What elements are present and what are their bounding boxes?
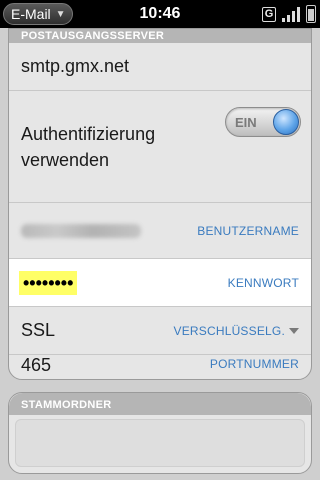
battery-icon [306, 5, 316, 23]
auth-toggle[interactable]: EIN [225, 107, 301, 137]
dropdown-arrow-icon[interactable] [289, 328, 299, 334]
password-label: KENNWORT [227, 275, 299, 290]
port-value: 465 [21, 355, 52, 375]
server-field[interactable]: smtp.gmx.net [9, 43, 311, 91]
status-icons: G [262, 4, 316, 24]
password-field[interactable]: •••••••• KENNWORT [9, 259, 311, 307]
server-value: smtp.gmx.net [21, 56, 130, 76]
root-folder-field[interactable] [15, 419, 305, 467]
auth-label: Authentifizierung verwenden [21, 123, 156, 170]
signal-bars-icon [282, 7, 300, 22]
section-header-root-folder: STAMMORDNER [9, 393, 311, 415]
username-value-blurred [21, 223, 141, 238]
status-bar: E-Mail ▼ 10:46 G [0, 0, 320, 28]
password-value: •••••••• [19, 270, 78, 295]
section-header-outgoing: POSTAUSGANGSSERVER [9, 29, 311, 43]
port-label: PORTNUMMER [209, 357, 299, 371]
port-field[interactable]: 465 PORTNUMMER [9, 355, 311, 379]
encryption-value: SSL [21, 320, 56, 340]
encryption-select[interactable]: SSL VERSCHLÜSSELG. [9, 307, 311, 355]
outgoing-server-card: POSTAUSGANGSSERVER smtp.gmx.net Authenti… [8, 28, 312, 380]
username-label: BENUTZERNAME [197, 223, 299, 238]
encryption-label: VERSCHLÜSSELG. [173, 323, 285, 338]
network-g-icon: G [262, 6, 276, 22]
auth-toggle-label: EIN [235, 115, 257, 130]
toggle-knob[interactable] [273, 109, 299, 135]
auth-row: Authentifizierung verwenden EIN [9, 91, 311, 203]
root-folder-card: STAMMORDNER [8, 392, 312, 474]
username-field[interactable]: BENUTZERNAME [9, 203, 311, 259]
